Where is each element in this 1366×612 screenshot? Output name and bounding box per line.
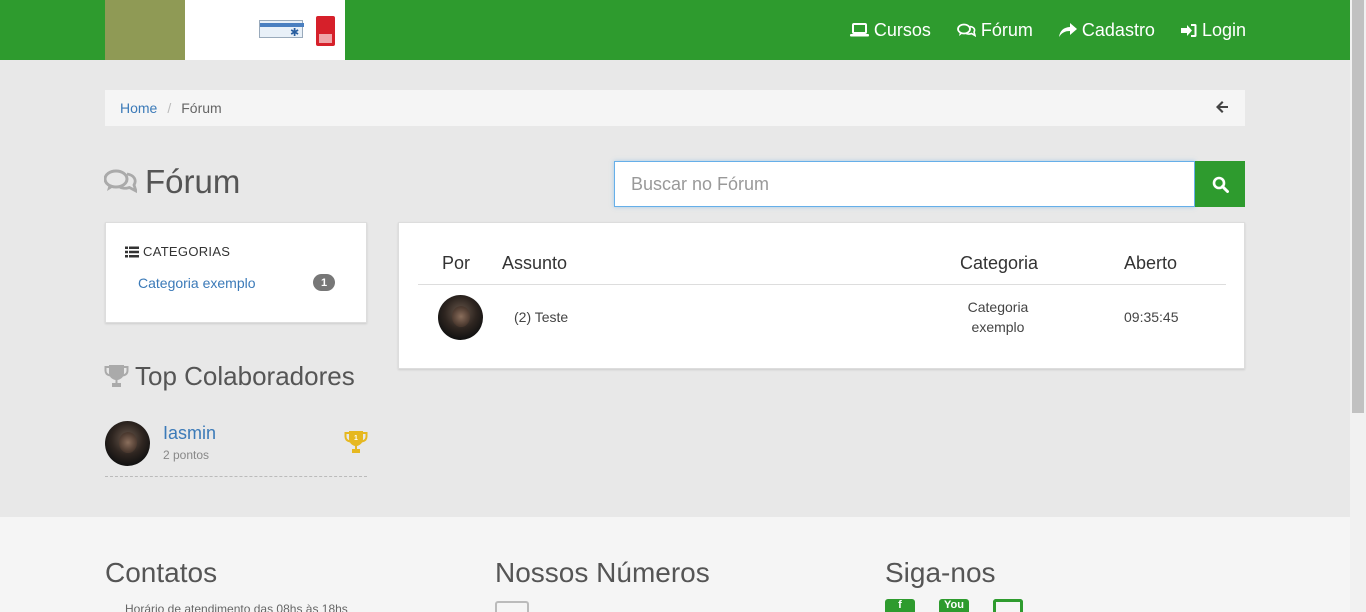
nav-cursos-label: Cursos xyxy=(873,19,931,40)
back-arrow-icon[interactable] xyxy=(1215,100,1229,114)
collaborator-avatar[interactable] xyxy=(105,421,150,466)
numbers-icon xyxy=(495,601,529,612)
forum-search xyxy=(614,161,1195,207)
categories-panel: CATEGORIAS Categoria exemplo 1 xyxy=(105,222,367,323)
breadcrumb-current: Fórum xyxy=(181,100,222,116)
nav-cadastro-label: Cadastro xyxy=(1081,19,1155,40)
nav-login-label: Login xyxy=(1201,19,1246,40)
categories-heading: CATEGORIAS xyxy=(125,244,230,259)
list-icon xyxy=(125,246,139,257)
award-badge-icon: ✱ xyxy=(259,20,304,39)
categories-heading-text: CATEGORIAS xyxy=(143,244,231,259)
top-navbar: ✱ Cursos Fórum Cadastro Login xyxy=(0,0,1350,60)
collaborator-points: 2 pontos xyxy=(163,448,210,462)
topic-opened-time: 09:35:45 xyxy=(1124,309,1179,325)
gold-trophy-icon: 1 xyxy=(344,431,368,453)
nav-forum-label: Fórum xyxy=(980,19,1033,40)
nav-cursos[interactable]: Cursos xyxy=(849,19,931,41)
comments-icon xyxy=(104,169,137,194)
nav-login[interactable]: Login xyxy=(1180,19,1246,41)
footer: Contatos Horário de atendimento das 08hs… xyxy=(0,517,1350,612)
nav-cadastro[interactable]: Cadastro xyxy=(1058,19,1155,41)
instagram-icon[interactable] xyxy=(993,599,1023,612)
category-link[interactable]: Categoria exemplo xyxy=(138,275,256,291)
search-icon xyxy=(1212,176,1229,193)
scrollbar-thumb[interactable] xyxy=(1352,0,1364,413)
main-nav: Cursos Fórum Cadastro Login xyxy=(849,0,1246,60)
comments-icon xyxy=(956,23,976,37)
search-button[interactable] xyxy=(1195,161,1245,207)
top-collaborators-title-text: Top Colaboradores xyxy=(135,361,355,391)
breadcrumb-home-link[interactable]: Home xyxy=(120,100,157,116)
header-categoria: Categoria xyxy=(960,253,1039,273)
topic-category-line1: Categoria xyxy=(967,299,1029,315)
topics-table: Por Assunto Categoria Aberto (2) Teste C… xyxy=(398,222,1245,369)
topic-author-avatar[interactable] xyxy=(438,295,483,340)
breadcrumb: Home / Fórum xyxy=(105,90,1245,126)
category-count-badge: 1 xyxy=(313,274,335,291)
scrollbar[interactable] xyxy=(1350,0,1366,612)
search-input[interactable] xyxy=(615,162,1194,206)
sign-in-icon xyxy=(1180,23,1197,37)
facebook-icon[interactable]: f xyxy=(885,599,915,612)
footer-follow-title: Siga-nos xyxy=(885,557,996,588)
footer-contacts-hours: Horário de atendimento das 08hs às 18hs xyxy=(125,602,348,612)
youtube-icon[interactable]: You xyxy=(939,599,969,612)
header-aberto: Aberto xyxy=(1124,253,1178,273)
header-assunto: Assunto xyxy=(502,253,568,273)
laptop-icon xyxy=(849,23,869,37)
logo-diagonal xyxy=(151,0,185,60)
header-divider xyxy=(418,284,1226,285)
collaborator-item: Iasmin 2 pontos 1 xyxy=(105,420,368,477)
footer-contacts-title: Contatos xyxy=(105,557,218,588)
share-icon xyxy=(1058,22,1077,37)
trophy-rank-text: 1 xyxy=(354,435,358,442)
certified-badge-icon xyxy=(316,16,335,46)
nav-forum[interactable]: Fórum xyxy=(956,19,1033,41)
trophy-icon xyxy=(104,365,129,387)
page-title: Fórum xyxy=(104,163,240,201)
page-title-text: Fórum xyxy=(145,163,241,200)
top-collaborators-title: Top Colaboradores xyxy=(104,361,355,392)
collaborator-name[interactable]: Iasmin xyxy=(163,423,216,444)
topic-category-line2: exemplo xyxy=(971,319,1025,335)
header-por: Por xyxy=(442,253,471,273)
breadcrumb-separator: / xyxy=(167,100,172,116)
topic-subject-link[interactable]: (2) Teste xyxy=(514,309,568,325)
footer-numbers-title: Nossos Números xyxy=(495,557,710,588)
youtube-icon-label: You xyxy=(944,599,964,611)
brand-logo[interactable]: ✱ xyxy=(105,0,345,60)
